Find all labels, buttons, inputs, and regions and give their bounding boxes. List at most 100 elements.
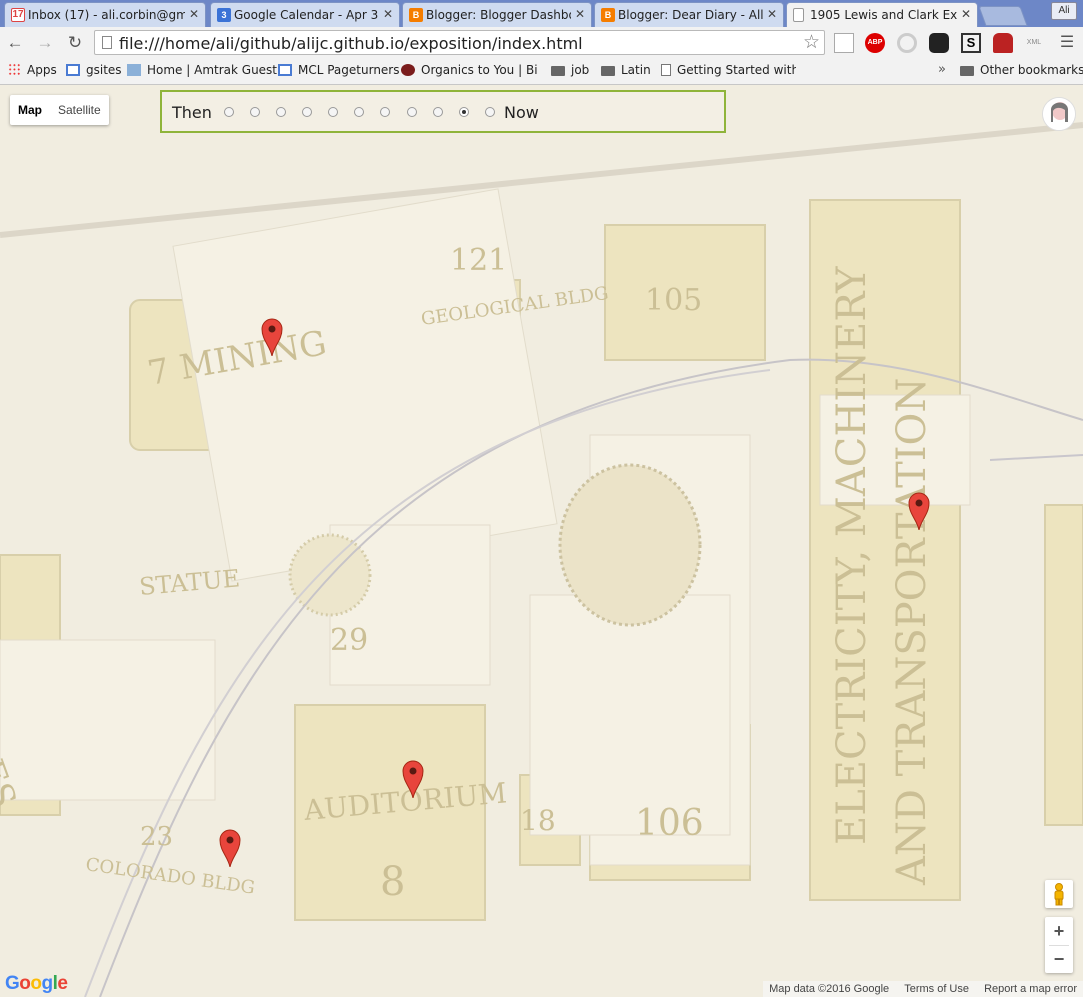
ghostery-icon[interactable]: [929, 33, 949, 53]
zoom-control: + −: [1045, 917, 1073, 973]
amtrak-icon: [127, 64, 141, 76]
timeline-start-label: Then: [172, 103, 212, 122]
map-marker-mining[interactable]: [261, 318, 283, 356]
terms-of-use-link[interactable]: Terms of Use: [904, 983, 969, 995]
map-type-control: Map Satellite: [10, 95, 109, 125]
url-text[interactable]: file:///home/ali/github/alijc.github.io/…: [119, 34, 583, 53]
star-icon[interactable]: ☆: [803, 31, 820, 54]
timeline-control: Then Now: [160, 90, 726, 133]
calendar-ext-icon[interactable]: [834, 33, 854, 53]
other-bookmarks[interactable]: Other bookmarks: [960, 63, 1083, 77]
tab-title: Inbox (17) - ali.corbin@gm: [28, 8, 185, 22]
zoom-in-button[interactable]: +: [1045, 917, 1073, 945]
doc-icon: [66, 64, 80, 76]
close-icon[interactable]: ✕: [383, 7, 393, 21]
map-label: 105: [645, 283, 702, 318]
doc-icon: [278, 64, 292, 76]
avatar[interactable]: [1042, 97, 1076, 131]
adblock-icon[interactable]: ABP: [865, 33, 885, 53]
timeline-radio[interactable]: [250, 107, 260, 117]
divider: [1049, 945, 1069, 946]
tab-exposition[interactable]: 1905 Lewis and Clark Exp ✕: [786, 2, 978, 28]
map-attribution: Map data ©2016 Google Terms of Use Repor…: [763, 981, 1083, 997]
folder-icon: [601, 66, 615, 76]
search-ext-icon[interactable]: [897, 33, 917, 53]
bookmark-getting-started[interactable]: Getting Started with P: [661, 63, 796, 77]
apps-icon: [8, 63, 21, 76]
forward-icon[interactable]: →: [34, 33, 56, 53]
bookmarks-overflow[interactable]: »: [938, 62, 946, 77]
bookmark-apps[interactable]: Apps: [8, 63, 57, 77]
close-icon[interactable]: ✕: [767, 7, 777, 21]
timeline-end-label: Now: [504, 103, 539, 122]
tab-title: 1905 Lewis and Clark Exp: [810, 8, 957, 22]
map-type-map-button[interactable]: Map: [10, 95, 50, 125]
tab-title: Google Calendar - Apr 3 -: [234, 8, 379, 22]
address-bar[interactable]: file:///home/ali/github/alijc.github.io/…: [94, 30, 825, 55]
timeline-radio[interactable]: [328, 107, 338, 117]
google-logo[interactable]: Google: [5, 973, 68, 995]
new-tab-button[interactable]: [978, 6, 1028, 26]
back-icon[interactable]: ←: [4, 33, 26, 53]
tab-blogger-diary[interactable]: B Blogger: Dear Diary - All p ✕: [594, 2, 784, 27]
s-ext-icon[interactable]: S: [961, 33, 981, 53]
map-label: 29: [330, 623, 368, 658]
street-view-pegman[interactable]: [1045, 880, 1073, 908]
map-label: 23: [140, 822, 173, 852]
timeline-radio[interactable]: [380, 107, 390, 117]
bookmark-amtrak[interactable]: Home | Amtrak Guest: [127, 63, 277, 77]
timeline-radio[interactable]: [276, 107, 286, 117]
zoom-out-button[interactable]: −: [1045, 945, 1073, 973]
gmail-icon: 17: [11, 8, 25, 22]
map-label: 121: [450, 243, 507, 278]
tab-blogger-dashboard[interactable]: B Blogger: Blogger Dashboa ✕: [402, 2, 592, 27]
profile-button[interactable]: Ali: [1051, 2, 1077, 20]
organics-icon: [401, 64, 415, 76]
timeline-radio[interactable]: [354, 107, 364, 117]
bookmark-job[interactable]: job: [551, 63, 589, 77]
map-label: 18: [520, 804, 556, 837]
map-marker-colorado[interactable]: [219, 829, 241, 867]
calendar-icon: 3: [217, 8, 231, 22]
close-icon[interactable]: ✕: [575, 7, 585, 21]
report-map-error-link[interactable]: Report a map error: [984, 983, 1077, 995]
page-icon: [102, 36, 112, 49]
map-data-credit: Map data ©2016 Google: [769, 983, 890, 995]
map-type-satellite-button[interactable]: Satellite: [50, 95, 109, 125]
timeline-radio[interactable]: [407, 107, 417, 117]
folder-icon: [551, 66, 565, 76]
tab-calendar[interactable]: 3 Google Calendar - Apr 3 - ✕: [210, 2, 400, 27]
map-label: ELECTRICITY, MACHINERY: [829, 266, 875, 845]
map-marker-electricity[interactable]: [908, 492, 930, 530]
historic-map-overlay: 7 MINING 121 GEOLOGICAL BLDG 105 ELECTRI…: [0, 85, 1083, 997]
timeline-radio[interactable]: [433, 107, 443, 117]
browser-toolbar: ← → ↻ file:///home/ali/github/alijc.gith…: [0, 27, 1083, 59]
timeline-radio[interactable]: [485, 107, 495, 117]
reload-icon[interactable]: ↻: [64, 33, 86, 53]
tab-strip: 17 Inbox (17) - ali.corbin@gm ✕ 3 Google…: [0, 0, 1083, 28]
pegman-icon: [1054, 883, 1064, 906]
avatar-icon: [1043, 98, 1075, 130]
bookmarks-bar: Apps gsites Home | Amtrak Guest MCL Page…: [0, 59, 1083, 85]
tab-title: Blogger: Blogger Dashboa: [426, 8, 571, 22]
timeline-radio[interactable]: [224, 107, 234, 117]
blogger-icon: B: [601, 8, 615, 22]
timeline-radio[interactable]: [302, 107, 312, 117]
file-icon: [661, 64, 671, 76]
close-icon[interactable]: ✕: [961, 7, 971, 21]
menu-icon[interactable]: ☰: [1056, 33, 1078, 53]
tab-gmail[interactable]: 17 Inbox (17) - ali.corbin@gm ✕: [4, 2, 206, 27]
pocket-ext-icon[interactable]: [993, 33, 1013, 53]
map-marker-auditorium[interactable]: [402, 760, 424, 798]
timeline-radio-selected[interactable]: [459, 107, 469, 117]
xml-ext-icon[interactable]: XML: [1024, 33, 1044, 53]
map-canvas[interactable]: 7 MINING 121 GEOLOGICAL BLDG 105 ELECTRI…: [0, 85, 1083, 997]
page-icon: [793, 8, 804, 22]
bookmark-mcl[interactable]: MCL Pageturners: [278, 63, 400, 77]
blogger-icon: B: [409, 8, 423, 22]
bookmark-organics[interactable]: Organics to You | Bin: [401, 63, 537, 77]
folder-icon: [960, 66, 974, 76]
bookmark-latin[interactable]: Latin: [601, 63, 651, 77]
close-icon[interactable]: ✕: [189, 7, 199, 21]
bookmark-gsites[interactable]: gsites: [66, 63, 122, 77]
